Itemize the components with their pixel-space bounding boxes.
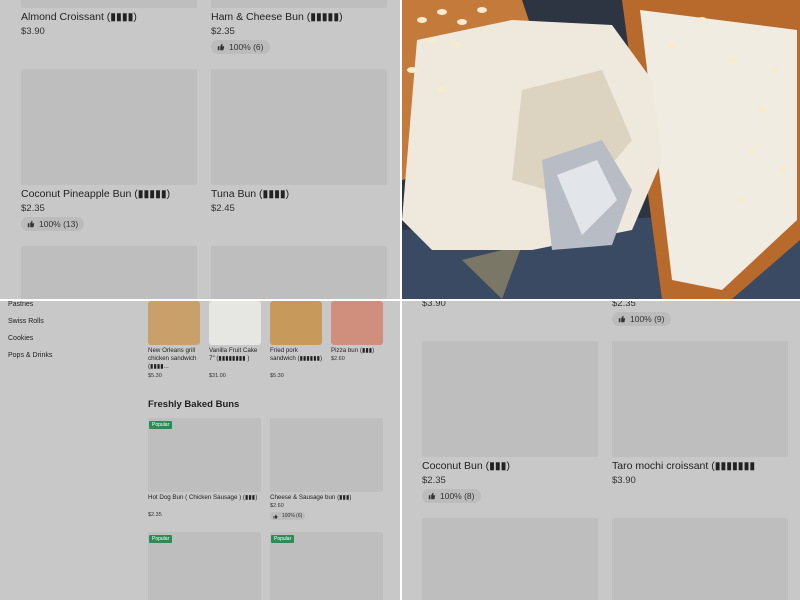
item-price: $2.45 (211, 203, 235, 214)
screenshot-grid: Almond Croissant (▮▮▮▮) $3.90 Ham & Chee… (0, 0, 800, 600)
item-name[interactable]: Fried pork sandwich (▮▮▮▮▮▮) (270, 347, 324, 363)
item-name[interactable]: Taro mochi croissant (▮▮▮▮▮▮▮ (612, 460, 755, 472)
item-price: $2.35 (148, 512, 162, 518)
rating-badge: 100% (8) (422, 489, 481, 503)
sidebar-item-pastries[interactable]: Pastries (8, 301, 33, 308)
item-image[interactable] (612, 518, 788, 600)
thumbs-up-icon (217, 43, 225, 51)
menu-panel-top-left: Almond Croissant (▮▮▮▮) $3.90 Ham & Chee… (0, 0, 400, 299)
item-image[interactable] (211, 69, 387, 185)
rating-text: 100% (8) (440, 491, 475, 501)
rating-badge: 100% (13) (21, 217, 85, 231)
thumbs-up-icon (27, 220, 35, 228)
section-title: Freshly Baked Buns (148, 399, 240, 410)
item-image[interactable] (331, 301, 383, 345)
item-price: $31.00 (209, 373, 226, 379)
popular-badge: Popular (149, 421, 173, 429)
rating-badge: 100% (6) (270, 512, 306, 520)
item-image[interactable] (209, 301, 261, 345)
item-image[interactable] (21, 69, 197, 185)
thumbs-up-icon (618, 315, 626, 323)
item-name[interactable]: Ham & Cheese Bun (▮▮▮▮▮) (211, 11, 343, 23)
bread-photo (402, 0, 800, 299)
item-name[interactable]: Vanilla Fruit Cake 7" (▮▮▮▮▮▮▮▮ ) (209, 347, 263, 363)
item-price: $2.35 (211, 26, 235, 37)
rating-badge: 100% (6) (211, 40, 270, 54)
popular-badge: Popular (271, 535, 295, 543)
item-image[interactable] (422, 341, 598, 457)
item-name[interactable]: Pizza bun (▮▮▮) (331, 347, 385, 355)
item-image[interactable] (211, 0, 387, 8)
menu-panel-bottom-right: $3.90 $2.35 100% (9) Coconut Bun (▮▮▮) $… (402, 301, 800, 600)
sidebar-item-pops-drinks[interactable]: Pops & Drinks (8, 352, 52, 359)
item-image[interactable] (422, 518, 598, 600)
item-name[interactable]: New Orleans grill chicken sandwich (▮▮▮▮… (148, 347, 202, 371)
item-price: $3.90 (422, 301, 446, 309)
item-name[interactable]: Almond Croissant (▮▮▮▮) (21, 11, 137, 23)
rating-badge: 100% (9) (612, 312, 671, 326)
sesame-bun-photo (402, 0, 800, 299)
item-price: $3.90 (21, 26, 45, 37)
item-name[interactable]: Coconut Pineapple Bun (▮▮▮▮▮) (21, 188, 170, 200)
item-price: $2.35 (422, 475, 446, 486)
item-image[interactable] (211, 246, 387, 299)
item-price: $5.30 (148, 373, 162, 379)
item-name[interactable]: Cheese & Sausage bun (▮▮▮) (270, 494, 385, 502)
item-name[interactable]: Hot Dog Bun ( Chicken Sausage ) (▮▮▮) (148, 494, 263, 502)
item-price: $2.35 (612, 301, 636, 309)
item-name[interactable]: Tuna Bun (▮▮▮▮) (211, 188, 289, 200)
item-price: $2.35 (21, 203, 45, 214)
item-price: $2.60 (331, 356, 345, 362)
item-price: $2.60 (270, 503, 284, 509)
item-image[interactable] (148, 301, 200, 345)
rating-text: 100% (6) (282, 513, 303, 519)
item-price: $5.30 (270, 373, 284, 379)
item-price: $3.90 (612, 475, 636, 486)
rating-text: 100% (9) (630, 314, 665, 324)
popular-badge: Popular (149, 535, 173, 543)
item-image[interactable] (21, 0, 197, 8)
grid-divider-horizontal (0, 299, 800, 301)
item-image[interactable] (270, 418, 383, 492)
rating-text: 100% (13) (39, 219, 79, 229)
item-image[interactable] (270, 301, 322, 345)
item-image[interactable] (612, 341, 788, 457)
menu-panel-bottom-left: Pastries Swiss Rolls Cookies Pops & Drin… (0, 301, 400, 600)
thumbs-up-icon (428, 492, 436, 500)
item-image[interactable] (148, 418, 261, 492)
sidebar-item-cookies[interactable]: Cookies (8, 335, 33, 342)
sidebar-item-swiss-rolls[interactable]: Swiss Rolls (8, 318, 44, 325)
item-name[interactable]: Coconut Bun (▮▮▮) (422, 460, 510, 472)
item-image[interactable] (21, 246, 197, 299)
rating-text: 100% (6) (229, 42, 264, 52)
thumbs-up-icon (273, 514, 278, 519)
